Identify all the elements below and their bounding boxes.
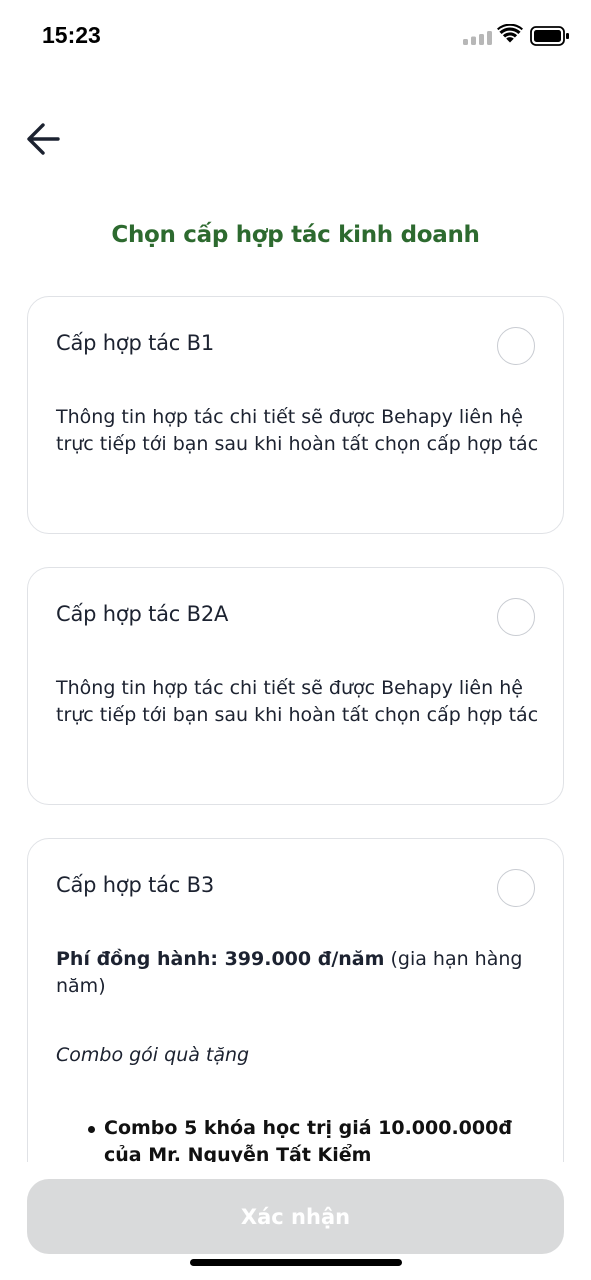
page-title: Chọn cấp hợp tác kinh doanh — [111, 222, 480, 248]
radio-button[interactable] — [497, 598, 535, 636]
wifi-icon — [497, 24, 523, 43]
fee-text: Phí đồng hành: 399.000 đ/năm (gia hạn hà… — [56, 946, 546, 1000]
confirm-button[interactable]: Xác nhận — [27, 1179, 564, 1254]
radio-button[interactable] — [497, 869, 535, 907]
fee-amount: Phí đồng hành: 399.000 đ/năm — [56, 948, 385, 970]
screen: 15:23 Chọn cấp hợp tác kinh doanh Cấp hợ… — [0, 0, 591, 1280]
tier-list[interactable]: Cấp hợp tác B1 Thông tin hợp tác chi tiế… — [0, 280, 591, 1162]
tier-title: Cấp hợp tác B1 — [56, 331, 214, 355]
list-item: Combo 5 khóa học trị giá 10.000.000đ của… — [86, 1115, 526, 1162]
tier-description: Thông tin hợp tác chi tiết sẽ được Behap… — [56, 677, 539, 726]
battery-icon — [530, 26, 569, 46]
cellular-signal-icon — [463, 31, 492, 45]
tier-card-b1[interactable]: Cấp hợp tác B1 Thông tin hợp tác chi tiế… — [27, 296, 564, 534]
tier-title: Cấp hợp tác B3 — [56, 873, 214, 897]
tier-card-b2a[interactable]: Cấp hợp tác B2A Thông tin hợp tác chi ti… — [27, 567, 564, 805]
status-time: 15:23 — [42, 22, 101, 48]
back-button[interactable] — [24, 118, 66, 160]
tier-description: Thông tin hợp tác chi tiết sẽ được Behap… — [56, 406, 539, 455]
combo-label: Combo gói quà tặng — [56, 1044, 250, 1066]
home-indicator — [190, 1259, 402, 1266]
radio-button[interactable] — [497, 327, 535, 365]
arrow-left-icon — [27, 123, 60, 155]
tier-card-b3[interactable]: Cấp hợp tác B3 Phí đồng hành: 399.000 đ/… — [27, 838, 564, 1162]
gift-list: Combo 5 khóa học trị giá 10.000.000đ của… — [86, 1115, 526, 1162]
tier-title: Cấp hợp tác B2A — [56, 602, 229, 626]
status-bar: 15:23 — [0, 0, 591, 70]
